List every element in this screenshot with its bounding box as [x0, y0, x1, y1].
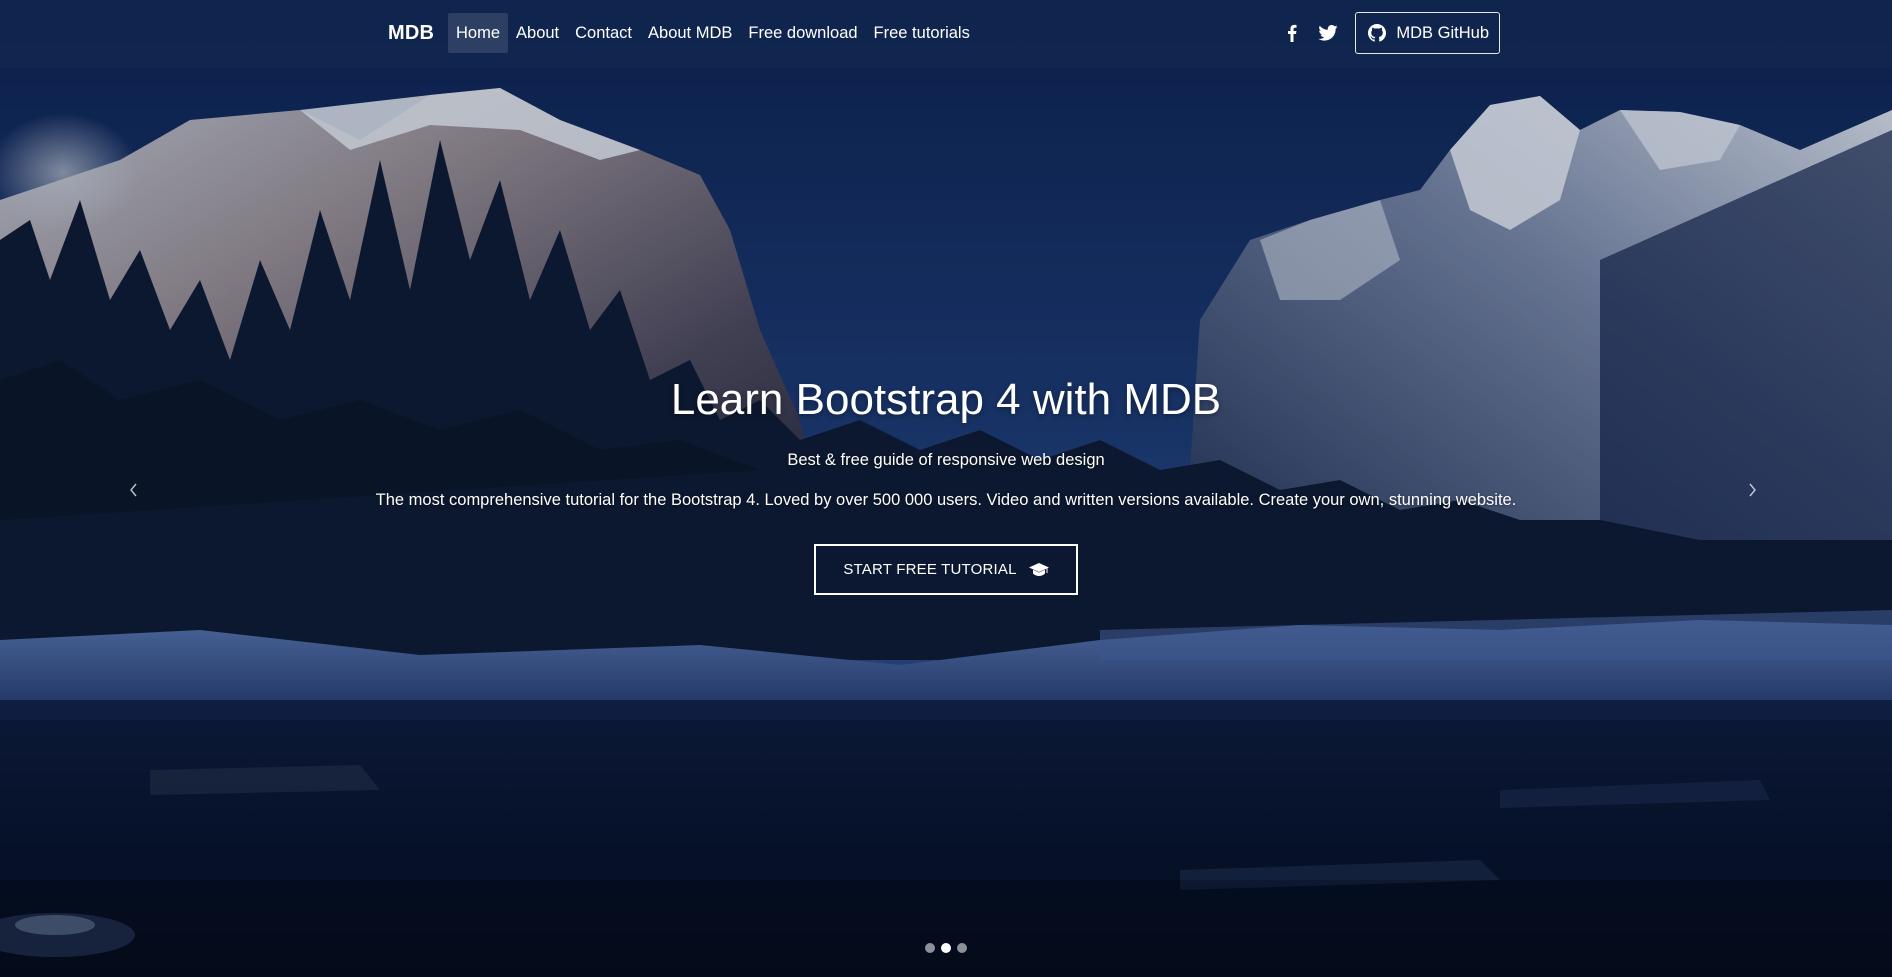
navbar-brand[interactable]: MDB [388, 22, 434, 45]
nav-link-free-download[interactable]: Free download [740, 13, 865, 53]
github-button-label: MDB GitHub [1396, 23, 1489, 42]
nav-links: Home About Contact About MDB Free downlo… [448, 13, 978, 53]
start-free-tutorial-button[interactable]: START FREE TUTORIAL [814, 544, 1078, 595]
hero-description: The most comprehensive tutorial for the … [375, 491, 1517, 509]
navbar-right: MDB GitHub [1277, 12, 1500, 54]
hero-title: Learn Bootstrap 4 with MDB [670, 375, 1222, 424]
hero-carousel: MDB Home About Contact About MDB Free do… [0, 0, 1892, 977]
carousel-indicator-3[interactable] [957, 943, 967, 953]
github-icon [1368, 24, 1387, 42]
hero-caption: Learn Bootstrap 4 with MDB Best & free g… [0, 372, 1892, 600]
hero-subtitle: Best & free guide of responsive web desi… [787, 451, 1105, 469]
nav-link-free-tutorials[interactable]: Free tutorials [866, 13, 978, 53]
facebook-icon[interactable] [1277, 18, 1307, 48]
cta-label: START FREE TUTORIAL [843, 561, 1017, 578]
github-button[interactable]: MDB GitHub [1355, 12, 1500, 54]
nav-link-contact[interactable]: Contact [567, 13, 640, 53]
cta-wrapper: START FREE TUTORIAL [0, 544, 1892, 600]
top-navbar: MDB Home About Contact About MDB Free do… [0, 0, 1892, 68]
nav-link-home[interactable]: Home [448, 13, 509, 53]
carousel-indicator-2[interactable] [941, 943, 951, 953]
carousel-indicators [0, 942, 1892, 954]
navbar-container: MDB Home About Contact About MDB Free do… [380, 0, 1500, 68]
twitter-icon[interactable] [1313, 18, 1343, 48]
nav-link-about[interactable]: About [508, 13, 567, 53]
graduation-cap-icon [1028, 562, 1049, 576]
nav-link-about-mdb[interactable]: About MDB [640, 13, 740, 53]
carousel-indicator-1[interactable] [925, 943, 935, 953]
